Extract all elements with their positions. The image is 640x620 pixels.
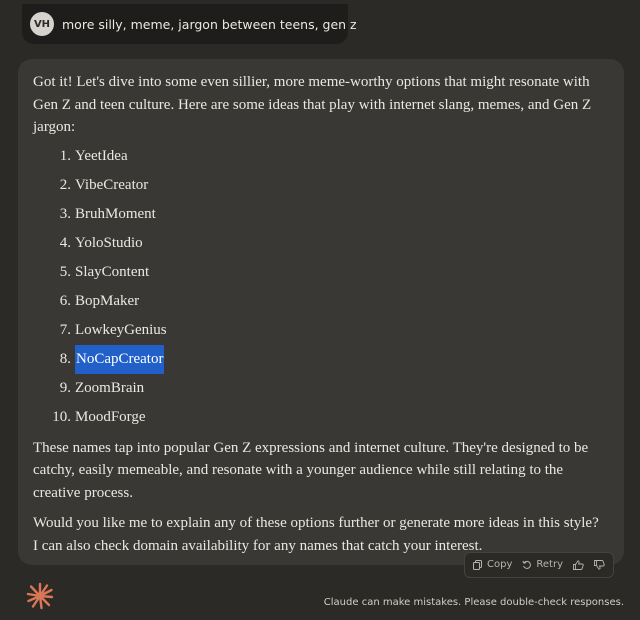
- assistant-intro: Got it! Let's dive into some even sillie…: [33, 74, 592, 135]
- list-label: YoloStudio: [75, 234, 143, 251]
- list-number: 4.: [59, 234, 71, 251]
- list-item: 3. BruhMoment: [33, 200, 604, 229]
- list-number: 7.: [59, 321, 71, 338]
- user-avatar[interactable]: VH: [30, 12, 54, 36]
- list-number: 2.: [59, 176, 71, 193]
- assistant-summary: These names tap into popular Gen Z expre…: [33, 439, 589, 501]
- list-number: 9.: [59, 379, 71, 396]
- selected-text[interactable]: NoCapCreator: [75, 344, 165, 374]
- list-label: YeetIdea: [75, 147, 128, 164]
- list-label: VibeCreator: [75, 176, 149, 193]
- thumbs-up-button[interactable]: [573, 560, 584, 570]
- user-message-text: more silly, meme, jargon between teens, …: [62, 16, 357, 32]
- list-item: 6. BopMaker: [33, 287, 604, 316]
- disclaimer: Claude can make mistakes. Please double-…: [323, 597, 624, 608]
- thumbs-down-icon: [594, 560, 605, 570]
- list-item: 2. VibeCreator: [33, 171, 604, 200]
- retry-button[interactable]: Retry: [522, 554, 563, 577]
- list-label: SlayContent: [75, 263, 150, 280]
- list-label: ZoomBrain: [75, 379, 145, 396]
- assistant-message: Got it! Let's dive into some even sillie…: [18, 59, 624, 578]
- copy-button[interactable]: Copy: [473, 554, 512, 577]
- list-item: 1. YeetIdea: [33, 142, 604, 171]
- retry-label: Retry: [536, 558, 563, 570]
- copy-label: Copy: [487, 558, 513, 570]
- list-number: 10.: [52, 408, 71, 425]
- copy-icon: [473, 560, 483, 570]
- idea-list: 1. YeetIdea 2. VibeCreator 3. BruhMoment 4.…: [33, 142, 604, 432]
- list-number: 1.: [59, 147, 71, 164]
- retry-icon: [522, 560, 532, 569]
- list-number: 5.: [59, 263, 71, 280]
- list-label: BruhMoment: [75, 205, 156, 222]
- message-actions: Copy Retry: [464, 552, 614, 578]
- assistant-closing: Would you like me to explain any of thes…: [33, 515, 599, 554]
- list-number: 6.: [59, 292, 71, 309]
- list-item: 4. YoloStudio: [33, 229, 604, 258]
- list-item: 10. MoodForge: [33, 403, 604, 432]
- claude-logo-icon: [26, 582, 54, 610]
- list-label: LowkeyGenius: [75, 321, 167, 338]
- thumbs-up-icon: [573, 560, 584, 570]
- user-message: VH more silly, meme, jargon between teen…: [22, 4, 357, 44]
- chat-view: VH more silly, meme, jargon between teen…: [0, 0, 640, 620]
- list-label: BopMaker: [75, 292, 140, 309]
- list-item: 7. LowkeyGenius: [33, 316, 604, 345]
- list-item: 8. NoCapCreator: [33, 344, 604, 374]
- list-number: 3.: [59, 205, 71, 222]
- list-label: MoodForge: [75, 408, 146, 425]
- list-item: 5. SlayContent: [33, 258, 604, 287]
- list-number: 8.: [59, 350, 71, 367]
- thumbs-down-button[interactable]: [594, 560, 605, 570]
- list-item: 9. ZoomBrain: [33, 374, 604, 403]
